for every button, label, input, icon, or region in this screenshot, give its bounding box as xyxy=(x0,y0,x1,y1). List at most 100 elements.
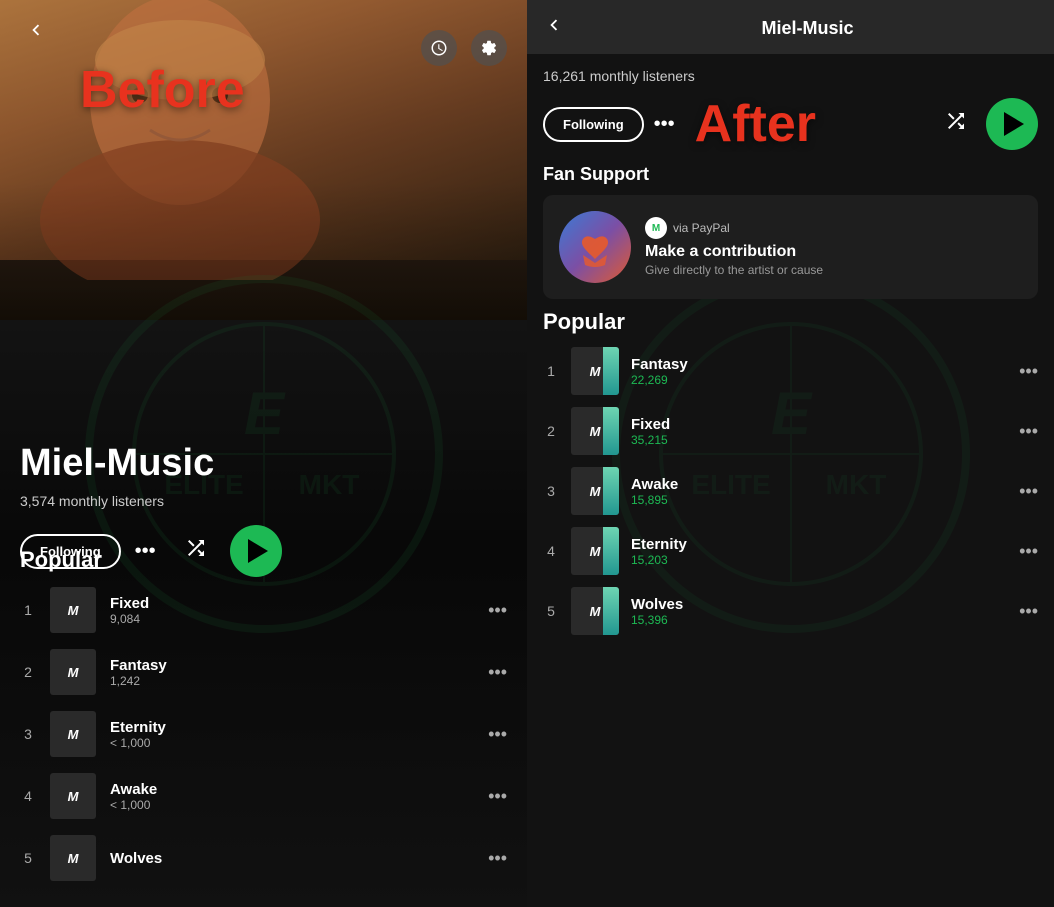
left-panel: E ELITE MKT Be xyxy=(0,0,527,907)
fan-support-title: Make a contribution xyxy=(645,243,1022,261)
after-label: After xyxy=(695,94,816,154)
teal-accent-1 xyxy=(603,347,619,395)
right-track-title-3: Awake xyxy=(631,476,1007,493)
right-back-button[interactable] xyxy=(543,14,565,42)
left-icons xyxy=(421,30,507,66)
left-track-thumb-5: M xyxy=(50,835,96,881)
play-triangle-right xyxy=(1004,112,1024,136)
left-track-plays-1: 9,084 xyxy=(110,612,474,626)
right-track-more-4[interactable]: ••• xyxy=(1019,541,1038,562)
right-track-info-4: Eternity 15,203 xyxy=(631,536,1007,567)
right-track-title-4: Eternity xyxy=(631,536,1007,553)
left-popular-heading: Popular xyxy=(20,547,507,573)
right-track-title-5: Wolves xyxy=(631,596,1007,613)
right-track-num-4: 4 xyxy=(543,543,559,559)
left-track-more-5[interactable]: ••• xyxy=(488,848,507,869)
left-track-row-4: 4 M Awake < 1,000 ••• xyxy=(20,773,507,819)
right-track-thumb-2: M xyxy=(571,407,619,455)
right-track-plays-3: 15,895 xyxy=(631,493,1007,507)
right-track-plays-5: 15,396 xyxy=(631,613,1007,627)
left-back-button[interactable] xyxy=(20,14,52,46)
left-track-row-5: 5 M Wolves ••• xyxy=(20,835,507,881)
right-track-num-5: 5 xyxy=(543,603,559,619)
left-track-row-1: 1 M Fixed 9,084 ••• xyxy=(20,587,507,633)
right-track-thumb-1: M xyxy=(571,347,619,395)
left-content: Before Miel-Music 3,574 monthly listener… xyxy=(0,0,527,907)
right-track-more-2[interactable]: ••• xyxy=(1019,421,1038,442)
left-track-more-3[interactable]: ••• xyxy=(488,724,507,745)
fan-support-card[interactable]: M via PayPal Make a contribution Give di… xyxy=(543,195,1038,299)
fan-support-icon xyxy=(559,211,631,283)
left-track-num-5: 5 xyxy=(20,850,36,866)
left-track-title-1: Fixed xyxy=(110,595,474,612)
right-track-thumb-5: M xyxy=(571,587,619,635)
right-track-thumb-4: M xyxy=(571,527,619,575)
right-content: 16,261 monthly listeners Following ••• A… xyxy=(527,54,1054,635)
fan-support-heading: Fan Support xyxy=(543,164,1038,185)
fan-support-via-row: M via PayPal xyxy=(645,217,1022,239)
left-track-info-3: Eternity < 1,000 xyxy=(110,719,474,750)
left-track-more-2[interactable]: ••• xyxy=(488,662,507,683)
right-track-more-3[interactable]: ••• xyxy=(1019,481,1038,502)
teal-accent-3 xyxy=(603,467,619,515)
right-track-info-1: Fantasy 22,269 xyxy=(631,356,1007,387)
right-shuffle-button[interactable] xyxy=(944,109,968,139)
teal-accent-4 xyxy=(603,527,619,575)
right-track-num-1: 1 xyxy=(543,363,559,379)
right-monthly-listeners: 16,261 monthly listeners xyxy=(543,54,1038,94)
fan-support-subtitle: Give directly to the artist or cause xyxy=(645,263,1022,277)
fan-support-m-icon: M xyxy=(645,217,667,239)
left-track-thumb-2: M xyxy=(50,649,96,695)
left-popular-section: Popular 1 M Fixed 9,084 ••• 2 M F xyxy=(0,537,527,907)
left-track-title-4: Awake xyxy=(110,781,474,798)
before-label: Before xyxy=(80,60,245,120)
right-track-num-2: 2 xyxy=(543,423,559,439)
left-track-title-3: Eternity xyxy=(110,719,474,736)
right-track-more-1[interactable]: ••• xyxy=(1019,361,1038,382)
left-track-thumb-1: M xyxy=(50,587,96,633)
teal-accent-2 xyxy=(603,407,619,455)
timer-icon[interactable] xyxy=(421,30,457,66)
right-track-num-3: 3 xyxy=(543,483,559,499)
left-track-plays-2: 1,242 xyxy=(110,674,474,688)
right-play-button[interactable] xyxy=(986,98,1038,150)
left-track-info-2: Fantasy 1,242 xyxy=(110,657,474,688)
left-track-num-3: 3 xyxy=(20,726,36,742)
left-artist-name: Miel-Music xyxy=(20,443,282,485)
right-track-info-2: Fixed 35,215 xyxy=(631,416,1007,447)
right-track-info-5: Wolves 15,396 xyxy=(631,596,1007,627)
left-track-more-4[interactable]: ••• xyxy=(488,786,507,807)
fan-support-text: M via PayPal Make a contribution Give di… xyxy=(645,217,1022,277)
left-track-thumb-3: M xyxy=(50,711,96,757)
right-action-bar: Following ••• After xyxy=(543,94,1038,154)
left-track-plays-4: < 1,000 xyxy=(110,798,474,812)
right-track-plays-1: 22,269 xyxy=(631,373,1007,387)
left-track-plays-3: < 1,000 xyxy=(110,736,474,750)
right-panel: Miel-Music E ELITE MKT 16,261 monthly li… xyxy=(527,0,1054,907)
right-more-button[interactable]: ••• xyxy=(654,113,675,136)
left-track-num-1: 1 xyxy=(20,602,36,618)
left-track-title-5: Wolves xyxy=(110,850,474,867)
left-monthly-listeners: 3,574 monthly listeners xyxy=(20,493,282,509)
right-track-plays-2: 35,215 xyxy=(631,433,1007,447)
right-track-title-2: Fixed xyxy=(631,416,1007,433)
right-track-row-2: 2 M Fixed 35,215 ••• xyxy=(543,407,1038,455)
right-track-row-1: 1 M Fantasy 22,269 ••• xyxy=(543,347,1038,395)
right-popular-heading: Popular xyxy=(543,309,1038,335)
right-header-title: Miel-Music xyxy=(577,18,1038,39)
right-track-plays-4: 15,203 xyxy=(631,553,1007,567)
left-track-row-3: 3 M Eternity < 1,000 ••• xyxy=(20,711,507,757)
right-following-button[interactable]: Following xyxy=(543,107,644,142)
left-track-thumb-4: M xyxy=(50,773,96,819)
right-track-thumb-3: M xyxy=(571,467,619,515)
right-track-row-5: 5 M Wolves 15,396 ••• xyxy=(543,587,1038,635)
left-track-title-2: Fantasy xyxy=(110,657,474,674)
left-track-more-1[interactable]: ••• xyxy=(488,600,507,621)
right-track-more-5[interactable]: ••• xyxy=(1019,601,1038,622)
right-track-row-3: 3 M Awake 15,895 ••• xyxy=(543,467,1038,515)
settings-icon[interactable] xyxy=(471,30,507,66)
left-track-info-4: Awake < 1,000 xyxy=(110,781,474,812)
right-header: Miel-Music xyxy=(527,0,1054,54)
right-track-info-3: Awake 15,895 xyxy=(631,476,1007,507)
right-track-title-1: Fantasy xyxy=(631,356,1007,373)
